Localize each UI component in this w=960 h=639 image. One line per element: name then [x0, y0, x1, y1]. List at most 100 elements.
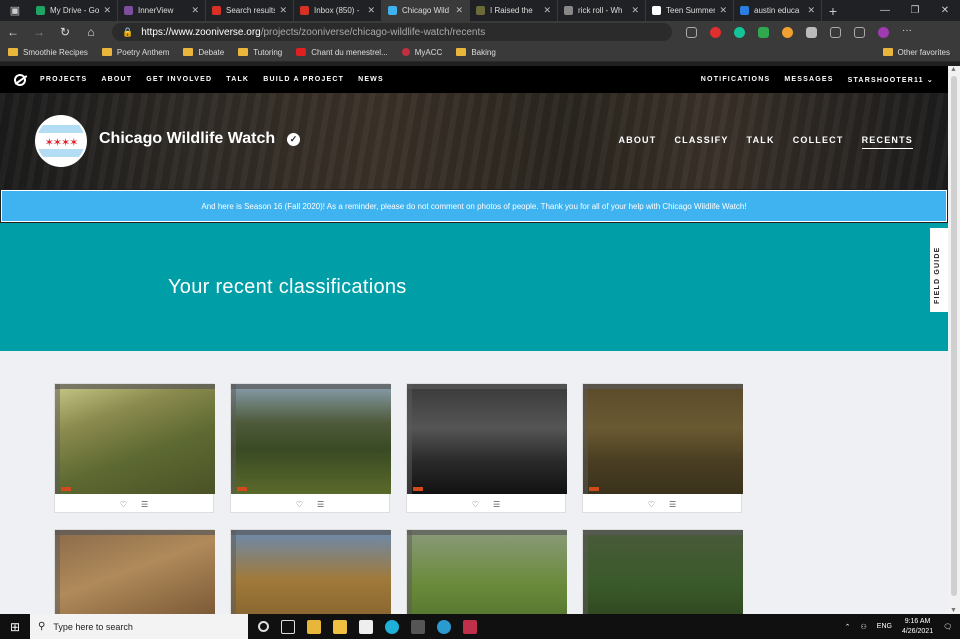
back-icon[interactable]: ←	[0, 25, 26, 39]
browser-tab[interactable]: austin educa ✕	[734, 0, 822, 21]
add-to-collection-icon[interactable]: ☰	[317, 500, 324, 509]
favorite-heart-icon[interactable]: ♡	[648, 500, 655, 509]
subject-image[interactable]	[231, 384, 391, 494]
recent-classification-card[interactable]: ♡☰	[406, 529, 567, 614]
collections-icon[interactable]	[854, 26, 865, 38]
zooniverse-nav-talk[interactable]: TALK	[226, 76, 249, 83]
extension-red-icon[interactable]	[710, 26, 721, 38]
extension-green-icon[interactable]	[734, 26, 745, 38]
cortana-icon[interactable]	[258, 621, 269, 632]
recent-classification-card[interactable]: ♡☰	[54, 529, 215, 614]
minimize-icon[interactable]: —	[870, 5, 900, 16]
zooniverse-logo-icon[interactable]	[14, 73, 26, 86]
close-window-icon[interactable]: ✕	[930, 5, 960, 16]
subject-image[interactable]	[407, 384, 567, 494]
tab-close-icon[interactable]: ✕	[191, 5, 199, 16]
tab-actions-icon[interactable]: ▣	[0, 0, 30, 21]
language-indicator[interactable]: ENG	[877, 623, 892, 630]
browser-tab[interactable]: InnerView ✕	[118, 0, 206, 21]
clock[interactable]: 9:16 AM 4/26/2021	[902, 617, 933, 637]
zooniverse-nav-build-a-project[interactable]: BUILD A PROJECT	[263, 76, 344, 83]
browser-tab[interactable]: Teen Summer ✕	[646, 0, 734, 21]
subject-image[interactable]	[583, 530, 743, 614]
subject-image[interactable]	[407, 530, 567, 614]
tab-close-icon[interactable]: ✕	[543, 5, 551, 16]
tab-close-icon[interactable]: ✕	[367, 5, 375, 16]
zooniverse-nav-get-involved[interactable]: GET INVOLVED	[146, 76, 212, 83]
subject-image[interactable]	[55, 384, 215, 494]
tab-close-icon[interactable]: ✕	[631, 5, 639, 16]
forward-icon[interactable]: →	[26, 25, 52, 39]
profile-avatar-icon[interactable]	[878, 26, 889, 38]
chevron-up-icon[interactable]: ⌃	[845, 623, 851, 631]
user-menu[interactable]: STARSHOOTER11 ⌄	[848, 76, 934, 84]
bookmark-item[interactable]: Debate	[183, 48, 224, 57]
favorite-heart-icon[interactable]: ♡	[296, 500, 303, 509]
project-tab-about[interactable]: ABOUT	[618, 135, 656, 149]
recent-classification-card[interactable]: ♡☰	[54, 383, 215, 513]
browser-tab[interactable]: Chicago Wild ✕	[382, 0, 470, 21]
recent-classification-card[interactable]: ♡☰	[406, 383, 567, 513]
notifications-icon[interactable]: 🗨	[943, 623, 952, 631]
home-icon[interactable]: ⌂	[78, 25, 104, 39]
subject-image[interactable]	[583, 384, 743, 494]
subject-image[interactable]	[231, 530, 391, 614]
url-field[interactable]: 🔒 https://www.zooniverse.org/projects/zo…	[112, 23, 672, 41]
chicago-flag-avatar[interactable]: ✶✶✶✶	[35, 115, 87, 167]
favorites-icon[interactable]	[830, 26, 841, 38]
taskbar-search[interactable]: ⚲ Type here to search	[30, 614, 248, 639]
tab-close-icon[interactable]: ✕	[807, 5, 815, 16]
add-to-collection-icon[interactable]: ☰	[669, 500, 676, 509]
favorite-heart-icon[interactable]: ♡	[120, 500, 127, 509]
restore-icon[interactable]: ❐	[900, 5, 930, 16]
task-view-icon[interactable]	[281, 619, 295, 634]
browser-tab[interactable]: Search results ✕	[206, 0, 294, 21]
edge-icon[interactable]	[385, 619, 399, 634]
edge-beta-icon[interactable]	[437, 619, 451, 634]
zooniverse-nav-projects[interactable]: PROJECTS	[40, 76, 87, 83]
tab-close-icon[interactable]: ✕	[455, 5, 463, 16]
recent-classification-card[interactable]: ♡☰	[230, 529, 391, 614]
project-tab-recents[interactable]: RECENTS	[861, 135, 913, 149]
app-dark-icon[interactable]	[411, 619, 425, 634]
favorite-heart-icon[interactable]: ♡	[472, 500, 479, 509]
recent-classification-card[interactable]: ♡☰	[582, 529, 743, 614]
network-icon[interactable]: ⚇	[861, 623, 867, 631]
scroll-thumb[interactable]	[951, 76, 957, 596]
tab-close-icon[interactable]: ✕	[279, 5, 287, 16]
tab-close-icon[interactable]: ✕	[719, 5, 727, 16]
tab-close-icon[interactable]: ✕	[103, 5, 111, 16]
messages-link[interactable]: MESSAGES	[784, 76, 833, 83]
project-title[interactable]: Chicago Wildlife Watch	[99, 130, 275, 148]
refresh-icon[interactable]: ↻	[52, 25, 78, 39]
extension-orange-icon[interactable]	[782, 26, 793, 38]
scroll-up-icon[interactable]: ▲	[950, 66, 957, 73]
favorite-star-icon[interactable]	[686, 26, 697, 38]
other-favorites[interactable]: Other favorites	[882, 48, 950, 57]
app-red-icon[interactable]	[463, 619, 477, 634]
app-icon[interactable]	[359, 619, 373, 634]
add-to-collection-icon[interactable]: ☰	[493, 500, 500, 509]
bookmark-item[interactable]: Baking	[456, 48, 496, 57]
extension-grey-icon[interactable]	[806, 26, 817, 38]
page-scrollbar[interactable]: ▲ ▼	[948, 66, 960, 614]
new-tab-button[interactable]: +	[822, 3, 844, 19]
zooniverse-nav-about[interactable]: ABOUT	[101, 76, 132, 83]
browser-tab[interactable]: Inbox (850) - ✕	[294, 0, 382, 21]
notifications-link[interactable]: NOTIFICATIONS	[701, 76, 771, 83]
bookmark-item[interactable]: Smoothie Recipes	[8, 48, 88, 57]
recent-classification-card[interactable]: ♡☰	[582, 383, 743, 513]
bookmark-item[interactable]: Chant du menestrel...	[296, 48, 388, 57]
browser-tab[interactable]: I Raised the ✕	[470, 0, 558, 21]
file-explorer-icon[interactable]	[333, 619, 347, 634]
project-tab-classify[interactable]: CLASSIFY	[674, 135, 728, 149]
more-menu-icon[interactable]: ···	[902, 25, 913, 38]
project-tab-talk[interactable]: TALK	[747, 135, 775, 149]
project-tab-collect[interactable]: COLLECT	[793, 135, 844, 149]
scroll-down-icon[interactable]: ▼	[950, 607, 957, 614]
bookmark-item[interactable]: MyACC	[401, 48, 442, 57]
browser-tab[interactable]: rick roll - Wh ✕	[558, 0, 646, 21]
extension-check-icon[interactable]	[758, 26, 769, 38]
add-to-collection-icon[interactable]: ☰	[141, 500, 148, 509]
recent-classification-card[interactable]: ♡☰	[230, 383, 391, 513]
